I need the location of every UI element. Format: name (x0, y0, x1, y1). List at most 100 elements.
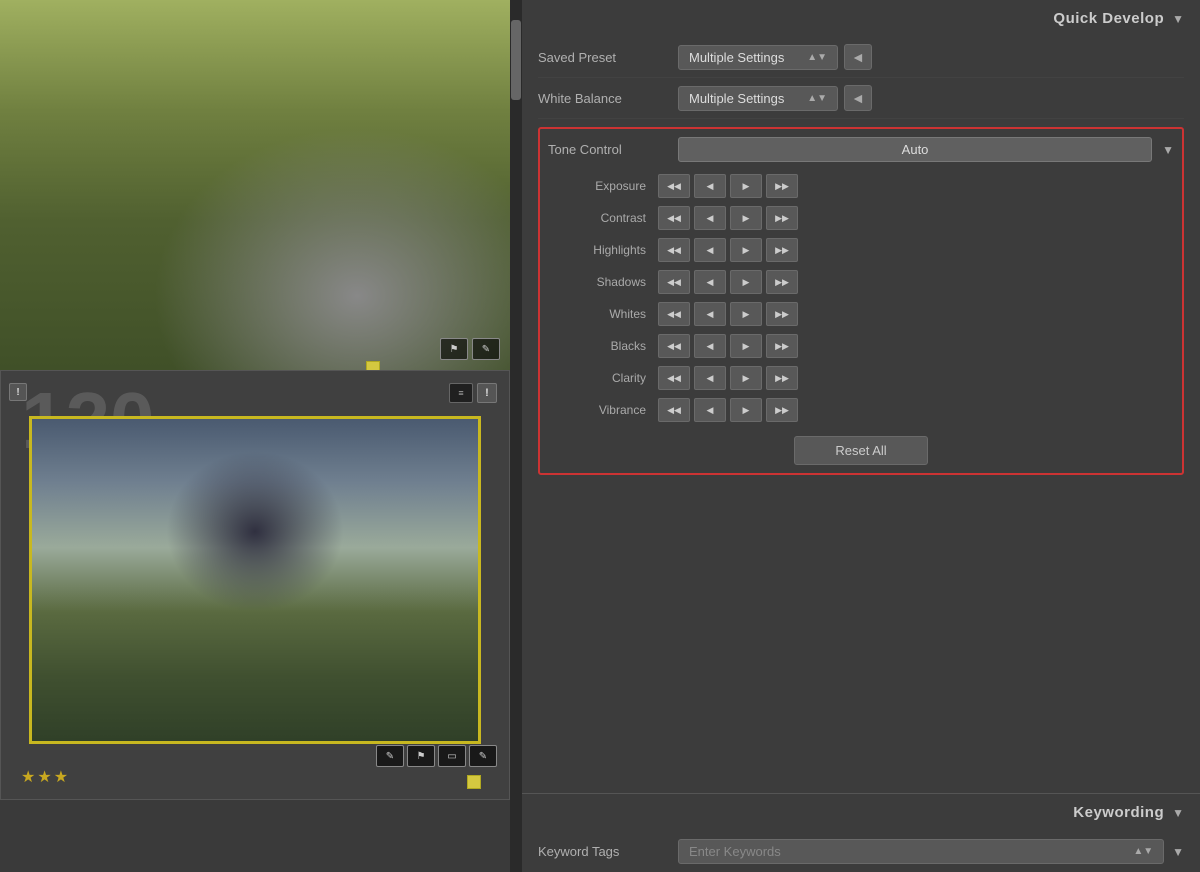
exposure-double-right[interactable]: ▶▶ (766, 174, 798, 198)
tone-auto-button[interactable]: Auto (678, 137, 1152, 162)
keyword-expand-arrow[interactable]: ▼ (1172, 845, 1184, 859)
vibrance-label: Vibrance (548, 403, 658, 417)
white-balance-dropdown[interactable]: Multiple Settings ▲▼ (678, 86, 838, 111)
reset-all-button[interactable]: Reset All (794, 436, 927, 465)
thumbnail-badges: ⚑ ✎ (440, 338, 500, 360)
scrollbar[interactable] (510, 0, 522, 872)
highlights-double-right[interactable]: ▶▶ (766, 238, 798, 262)
item-menu-icon[interactable]: ≡ (449, 383, 473, 403)
exposure-label: Exposure (548, 179, 658, 193)
whites-double-right[interactable]: ▶▶ (766, 302, 798, 326)
color-label-yellow[interactable] (366, 361, 380, 370)
contrast-double-right[interactable]: ▶▶ (766, 206, 798, 230)
item-icons-top: ≡ ! (449, 383, 497, 403)
saved-preset-value: Multiple Settings (689, 50, 784, 65)
keyword-tags-label: Keyword Tags (538, 844, 678, 859)
clarity-steppers: ◀◀ ◀ ▶ ▶▶ (658, 366, 798, 390)
whites-single-left[interactable]: ◀ (694, 302, 726, 326)
contrast-single-right[interactable]: ▶ (730, 206, 762, 230)
white-balance-row: White Balance Multiple Settings ▲▼ ◄ (538, 78, 1184, 119)
shadows-single-right[interactable]: ▶ (730, 270, 762, 294)
white-balance-control: Multiple Settings ▲▼ ◄ (678, 85, 1184, 111)
blacks-row: Blacks ◀◀ ◀ ▶ ▶▶ (548, 330, 1174, 362)
shadows-double-right[interactable]: ▶▶ (766, 270, 798, 294)
scrollbar-thumb[interactable] (511, 20, 521, 100)
white-balance-back-arrow[interactable]: ◄ (844, 85, 872, 111)
white-balance-dropdown-arrow: ▲▼ (807, 93, 827, 104)
tone-control-header: Tone Control Auto ▼ (548, 137, 1174, 162)
adjust-icon[interactable]: ✎ (469, 745, 497, 767)
keywording-chevron[interactable]: ▼ (1172, 806, 1184, 820)
saved-preset-back-arrow[interactable]: ◄ (844, 44, 872, 70)
item-120: ! 120 ≡ ! ✎ ⚑ ▭ ✎ ★★★ (0, 370, 510, 800)
flag2-icon[interactable]: ⚑ (407, 745, 435, 767)
vibrance-single-left[interactable]: ◀ (694, 398, 726, 422)
clarity-double-left[interactable]: ◀◀ (658, 366, 690, 390)
shadows-label: Shadows (548, 275, 658, 289)
image-top (0, 0, 510, 370)
exposure-single-right[interactable]: ▶ (730, 174, 762, 198)
bottom-icons: ✎ ⚑ ▭ ✎ (376, 745, 497, 767)
exposure-row: Exposure ◀◀ ◀ ▶ ▶▶ (548, 170, 1174, 202)
keywording-title: Keywording (1073, 804, 1164, 821)
keyword-tags-input[interactable]: Enter Keywords ▲▼ (678, 839, 1164, 864)
thumbnail-inner (29, 416, 481, 744)
white-balance-value: Multiple Settings (689, 91, 784, 106)
whites-single-right[interactable]: ▶ (730, 302, 762, 326)
saved-preset-dropdown[interactable]: Multiple Settings ▲▼ (678, 45, 838, 70)
blacks-label: Blacks (548, 339, 658, 353)
keyword-tags-placeholder: Enter Keywords (689, 844, 781, 859)
item-alert-icon: ! (477, 383, 497, 403)
vibrance-row: Vibrance ◀◀ ◀ ▶ ▶▶ (548, 394, 1174, 426)
contrast-row: Contrast ◀◀ ◀ ▶ ▶▶ (548, 202, 1174, 234)
clarity-double-right[interactable]: ▶▶ (766, 366, 798, 390)
tone-chevron[interactable]: ▼ (1162, 143, 1174, 157)
blacks-single-right[interactable]: ▶ (730, 334, 762, 358)
color-label-yellow-2[interactable] (467, 775, 481, 789)
exposure-single-left[interactable]: ◀ (694, 174, 726, 198)
tone-control-section: Tone Control Auto ▼ Exposure ◀◀ ◀ ▶ ▶▶ C… (538, 127, 1184, 475)
whites-double-left[interactable]: ◀◀ (658, 302, 690, 326)
badge-edit-icon[interactable]: ✎ (472, 338, 500, 360)
clarity-single-left[interactable]: ◀ (694, 366, 726, 390)
shadows-steppers: ◀◀ ◀ ▶ ▶▶ (658, 270, 798, 294)
blacks-single-left[interactable]: ◀ (694, 334, 726, 358)
right-panel: Quick Develop ▼ Saved Preset Multiple Se… (522, 0, 1200, 872)
reset-row: Reset All (548, 436, 1174, 465)
highlights-single-right[interactable]: ▶ (730, 238, 762, 262)
vibrance-double-right[interactable]: ▶▶ (766, 398, 798, 422)
quick-develop-chevron[interactable]: ▼ (1172, 12, 1184, 26)
vibrance-double-left[interactable]: ◀◀ (658, 398, 690, 422)
highlights-double-left[interactable]: ◀◀ (658, 238, 690, 262)
highlights-row: Highlights ◀◀ ◀ ▶ ▶▶ (548, 234, 1174, 266)
blacks-double-right[interactable]: ▶▶ (766, 334, 798, 358)
clarity-single-right[interactable]: ▶ (730, 366, 762, 390)
image-bottom (32, 419, 478, 741)
edit2-icon[interactable]: ✎ (376, 745, 404, 767)
whites-steppers: ◀◀ ◀ ▶ ▶▶ (658, 302, 798, 326)
blacks-double-left[interactable]: ◀◀ (658, 334, 690, 358)
keyword-dropdown-arrow[interactable]: ▲▼ (1133, 846, 1153, 857)
saved-preset-label: Saved Preset (538, 50, 678, 65)
tone-control-label: Tone Control (548, 142, 678, 157)
quick-develop-title: Quick Develop (1053, 10, 1164, 27)
panel-body: Saved Preset Multiple Settings ▲▼ ◄ Whit… (522, 37, 1200, 793)
crop-icon[interactable]: ▭ (438, 745, 466, 767)
badge-flag-icon[interactable]: ⚑ (440, 338, 468, 360)
left-panel: ⚑ ✎ ! 120 ≡ ! ✎ ⚑ ▭ ✎ ★★★ (0, 0, 510, 872)
saved-preset-control: Multiple Settings ▲▼ ◄ (678, 44, 1184, 70)
star-rating[interactable]: ★★★ (21, 767, 70, 787)
exposure-double-left[interactable]: ◀◀ (658, 174, 690, 198)
vibrance-single-right[interactable]: ▶ (730, 398, 762, 422)
whites-label: Whites (548, 307, 658, 321)
white-balance-label: White Balance (538, 91, 678, 106)
clarity-label: Clarity (548, 371, 658, 385)
contrast-double-left[interactable]: ◀◀ (658, 206, 690, 230)
exposure-steppers: ◀◀ ◀ ▶ ▶▶ (658, 174, 798, 198)
shadows-double-left[interactable]: ◀◀ (658, 270, 690, 294)
highlights-single-left[interactable]: ◀ (694, 238, 726, 262)
contrast-single-left[interactable]: ◀ (694, 206, 726, 230)
keyword-tags-row: Keyword Tags Enter Keywords ▲▼ ▼ (522, 831, 1200, 872)
contrast-steppers: ◀◀ ◀ ▶ ▶▶ (658, 206, 798, 230)
shadows-single-left[interactable]: ◀ (694, 270, 726, 294)
